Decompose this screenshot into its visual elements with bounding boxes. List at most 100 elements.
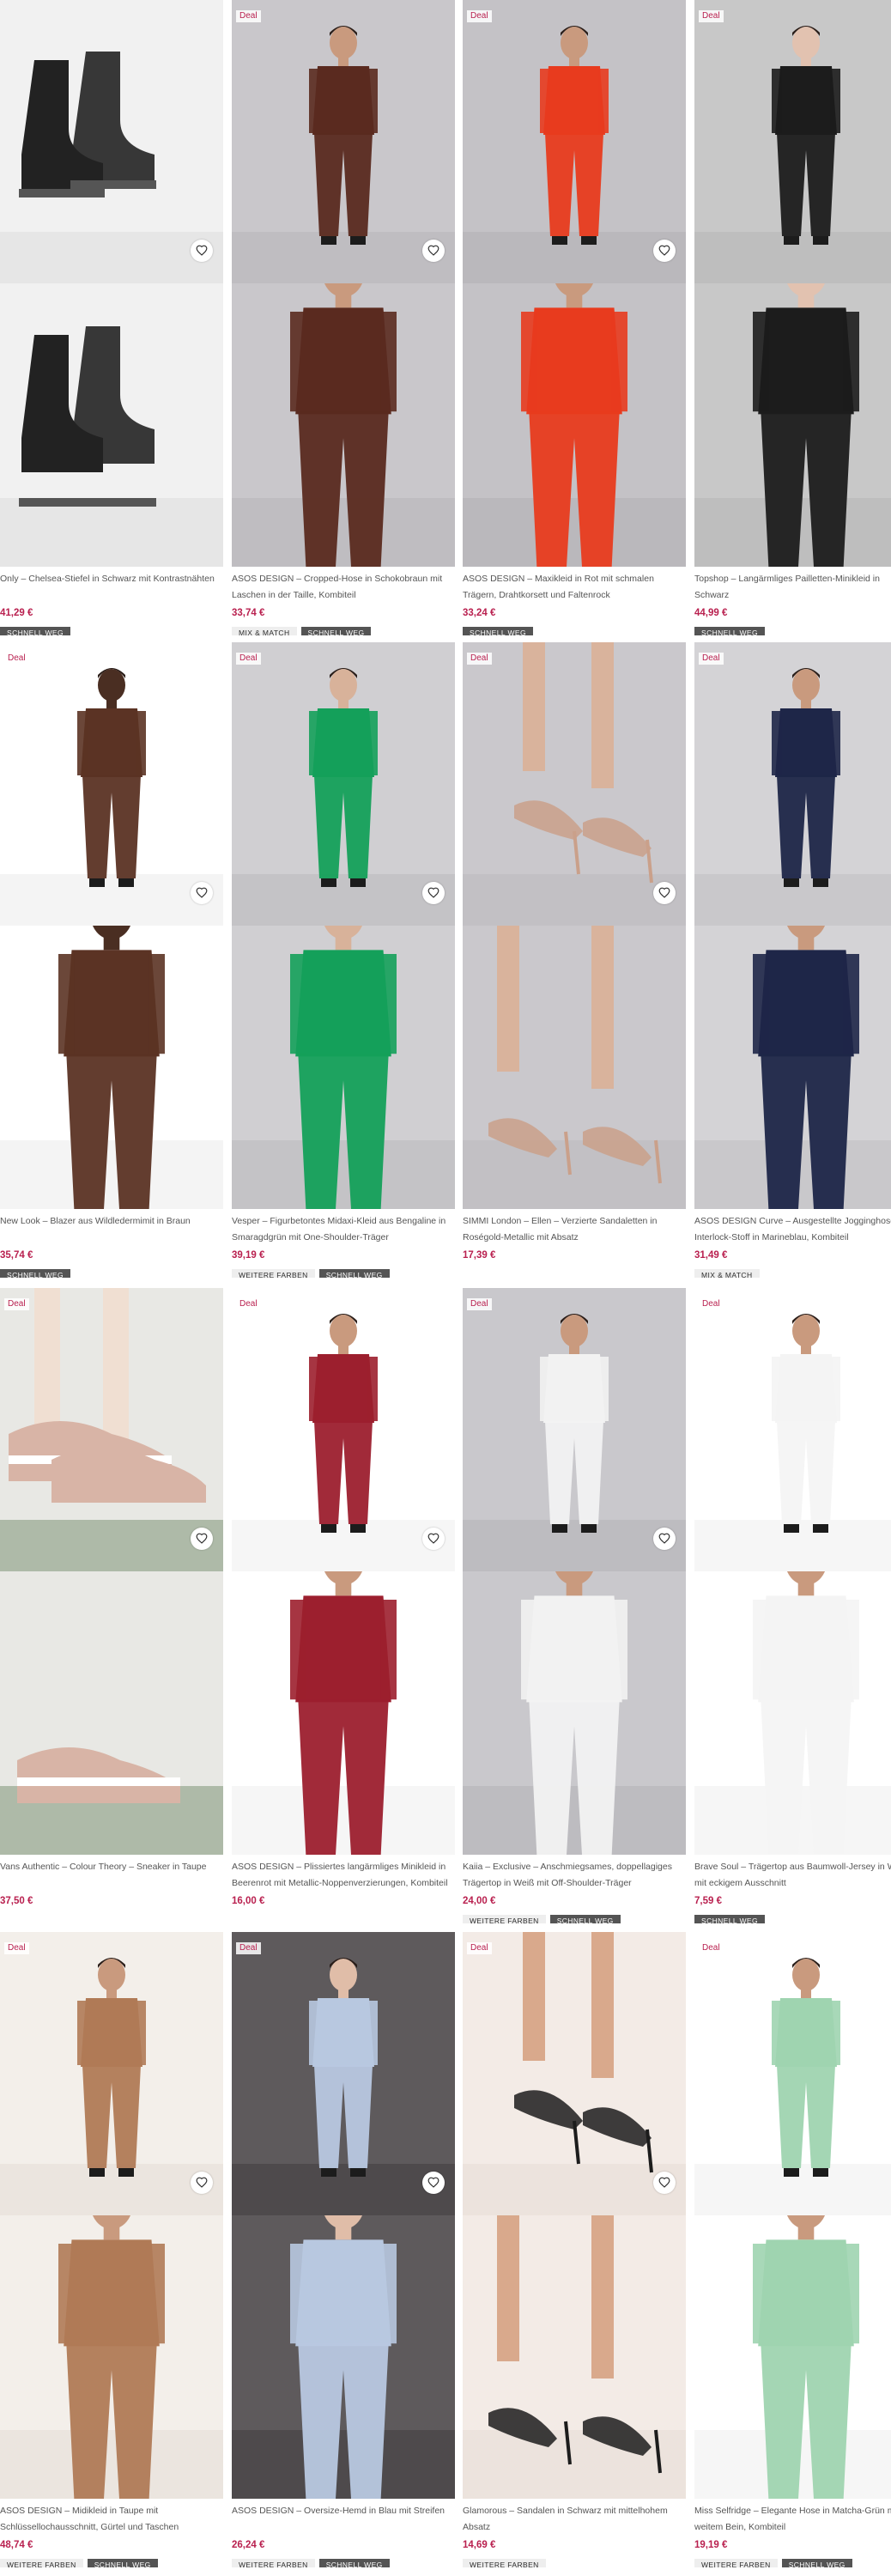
product-image-gallery[interactable]: Deal <box>463 1932 686 2499</box>
product-tag: SCHNELL WEG <box>0 1269 70 1278</box>
product-image-secondary[interactable] <box>694 2215 891 2499</box>
save-for-later-button[interactable] <box>653 240 676 262</box>
product-image-gallery[interactable]: Deal <box>694 1932 891 2499</box>
save-for-later-button[interactable] <box>422 1528 445 1550</box>
deal-badge: Deal <box>467 1942 492 1954</box>
product-image-gallery[interactable]: Deal <box>463 0 686 567</box>
product-image-gallery[interactable]: Deal <box>694 642 891 1209</box>
product-image-secondary[interactable] <box>232 926 455 1209</box>
save-for-later-button[interactable] <box>191 240 213 262</box>
product-card[interactable]: Deal ASOS DESIGN – Maxikleid in Rot mit s… <box>463 0 686 635</box>
product-title[interactable]: Glamorous – Sandalen in Schwarz mit mitt… <box>463 2503 684 2536</box>
product-card[interactable]: Deal SIMMI London – Ellen – Verzierte San… <box>463 642 686 1278</box>
product-image-gallery[interactable]: Deal <box>232 642 455 1209</box>
product-image-gallery[interactable]: Deal <box>232 1288 455 1855</box>
product-tag: SCHNELL WEG <box>318 2559 390 2567</box>
product-tags: WEITERE FARBEN <box>463 2559 546 2567</box>
product-title[interactable]: SIMMI London – Ellen – Verzierte Sandale… <box>463 1213 684 1246</box>
product-image-secondary[interactable] <box>463 1571 686 1855</box>
product-image-primary[interactable] <box>0 1288 223 1571</box>
product-image-primary[interactable] <box>463 0 686 283</box>
product-card[interactable]: Deal ASOS DESIGN Curve – Ausgestellte Jog… <box>694 642 891 1278</box>
product-title[interactable]: Vans Authentic – Colour Theory – Sneaker… <box>0 1859 221 1892</box>
product-image-primary[interactable] <box>0 0 223 283</box>
product-image-gallery[interactable]: Deal <box>463 642 686 1209</box>
product-image-primary[interactable] <box>463 642 686 926</box>
product-image-primary[interactable] <box>694 642 891 926</box>
product-image-gallery[interactable]: Deal <box>0 1288 223 1855</box>
product-card[interactable]: Only – Chelsea-Stiefel in Schwarz mit Ko… <box>0 0 223 635</box>
product-title[interactable]: ASOS DESIGN – Cropped-Hose in Schokobrau… <box>232 571 453 604</box>
product-image-gallery[interactable]: Deal <box>232 1932 455 2499</box>
product-card[interactable]: Deal Vans Authentic – Colour Theory – Sne… <box>0 1288 223 1923</box>
product-card[interactable]: Deal ASOS DESIGN – Oversize-Hemd in Blau … <box>232 1932 455 2567</box>
product-title[interactable]: Kaiia – Exclusive – Anschmiegsames, dopp… <box>463 1859 684 1892</box>
product-card[interactable]: Deal ASOS DESIGN – Plissiertes langärmlig… <box>232 1288 455 1923</box>
product-tag: SCHNELL WEG <box>87 2559 158 2567</box>
product-title[interactable]: Topshop – Langärmliges Pailletten-Minikl… <box>694 571 891 604</box>
product-image-gallery[interactable] <box>0 0 223 567</box>
product-image-secondary[interactable] <box>463 926 686 1209</box>
product-title[interactable]: Only – Chelsea-Stiefel in Schwarz mit Ko… <box>0 571 221 604</box>
product-card[interactable]: Deal Kaiia – Exclusive – Anschmiegsames, … <box>463 1288 686 1923</box>
save-for-later-button[interactable] <box>191 2172 213 2194</box>
product-image-gallery[interactable]: Deal <box>463 1288 686 1855</box>
product-title[interactable]: Brave Soul – Trägertop aus Baumwoll-Jers… <box>694 1859 891 1892</box>
product-title[interactable]: ASOS DESIGN Curve – Ausgestellte Jogging… <box>694 1213 891 1246</box>
product-image-secondary[interactable] <box>0 283 223 567</box>
product-title[interactable]: ASOS DESIGN – Plissiertes langärmliges M… <box>232 1859 453 1892</box>
product-image-primary[interactable] <box>0 642 223 926</box>
product-image-secondary[interactable] <box>232 1571 455 1855</box>
product-image-primary[interactable] <box>694 1288 891 1571</box>
product-title[interactable]: Vesper – Figurbetontes Midaxi-Kleid aus … <box>232 1213 453 1246</box>
product-image-gallery[interactable]: Deal <box>0 642 223 1209</box>
product-image-primary[interactable] <box>232 1932 455 2215</box>
product-image-primary[interactable] <box>232 1288 455 1571</box>
product-title[interactable]: New Look – Blazer aus Wildledermimit in … <box>0 1213 221 1246</box>
product-image-secondary[interactable] <box>232 283 455 567</box>
product-image-primary[interactable] <box>232 0 455 283</box>
save-for-later-button[interactable] <box>422 2172 445 2194</box>
product-image-secondary[interactable] <box>0 2215 223 2499</box>
product-tags: SCHNELL WEG <box>694 1915 765 1923</box>
save-for-later-button[interactable] <box>653 1528 676 1550</box>
product-image-secondary[interactable] <box>0 1571 223 1855</box>
product-image-secondary[interactable] <box>0 926 223 1209</box>
product-card[interactable]: Deal Miss Selfridge – Elegante Hose in Ma… <box>694 1932 891 2567</box>
product-card[interactable]: Deal Brave Soul – Trägertop aus Baumwoll-… <box>694 1288 891 1923</box>
save-for-later-button[interactable] <box>191 882 213 904</box>
product-title[interactable]: Miss Selfridge – Elegante Hose in Matcha… <box>694 2503 891 2536</box>
product-image-secondary[interactable] <box>232 2215 455 2499</box>
product-image-primary[interactable] <box>694 0 891 283</box>
product-image-primary[interactable] <box>694 1932 891 2215</box>
product-card[interactable]: Deal New Look – Blazer aus Wildledermimit… <box>0 642 223 1278</box>
product-card[interactable]: Deal Glamorous – Sandalen in Schwarz mit … <box>463 1932 686 2567</box>
product-title[interactable]: ASOS DESIGN – Maxikleid in Rot mit schma… <box>463 571 684 604</box>
product-card[interactable]: Deal Vesper – Figurbetontes Midaxi-Kleid … <box>232 642 455 1278</box>
product-image-primary[interactable] <box>232 642 455 926</box>
save-for-later-button[interactable] <box>422 882 445 904</box>
product-image-secondary[interactable] <box>694 283 891 567</box>
product-image-primary[interactable] <box>463 1288 686 1571</box>
product-price: 37,50 € <box>0 1896 33 1906</box>
product-card[interactable]: Deal ASOS DESIGN – Midikleid in Taupe mit… <box>0 1932 223 2567</box>
product-image-gallery[interactable]: Deal <box>0 1932 223 2499</box>
product-card[interactable]: Deal Topshop – Langärmliges Pailletten-Mi… <box>694 0 891 635</box>
product-image-secondary[interactable] <box>463 2215 686 2499</box>
product-image-primary[interactable] <box>463 1932 686 2215</box>
product-price: 41,29 € <box>0 608 33 618</box>
product-card[interactable]: Deal ASOS DESIGN – Cropped-Hose in Schoko… <box>232 0 455 635</box>
product-image-secondary[interactable] <box>694 1571 891 1855</box>
product-image-gallery[interactable]: Deal <box>694 1288 891 1855</box>
product-image-gallery[interactable]: Deal <box>694 0 891 567</box>
save-for-later-button[interactable] <box>422 240 445 262</box>
product-title[interactable]: ASOS DESIGN – Oversize-Hemd in Blau mit … <box>232 2503 453 2536</box>
product-title[interactable]: ASOS DESIGN – Midikleid in Taupe mit Sch… <box>0 2503 221 2536</box>
product-image-secondary[interactable] <box>463 283 686 567</box>
product-image-gallery[interactable]: Deal <box>232 0 455 567</box>
product-image-primary[interactable] <box>0 1932 223 2215</box>
save-for-later-button[interactable] <box>191 1528 213 1550</box>
save-for-later-button[interactable] <box>653 2172 676 2194</box>
product-image-secondary[interactable] <box>694 926 891 1209</box>
save-for-later-button[interactable] <box>653 882 676 904</box>
